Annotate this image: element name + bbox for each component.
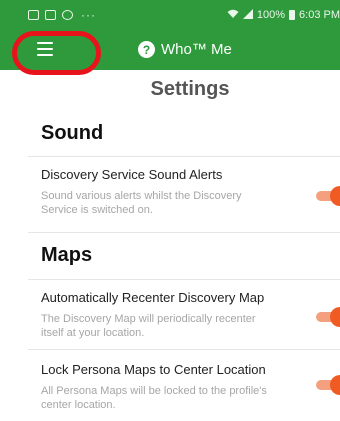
wifi-signal-icon [227,9,239,22]
question-circle-icon[interactable]: ? [138,41,155,58]
app-title-group: ? Who™ Me [138,41,232,58]
setting-title: Lock Persona Maps to Center Location [41,362,266,377]
setting-title: Automatically Recenter Discovery Map [41,290,265,305]
toggle-thumb [330,186,340,206]
section-heading-maps: Maps [41,244,93,266]
setting-description: The Discovery Map will periodically rece… [41,313,256,339]
clock: 6:03 PM [299,9,340,21]
more-notifications-indicator: ··· [81,8,96,22]
page-title: Settings [150,78,230,100]
divider [28,279,340,280]
divider [28,232,340,233]
image-notification-icon [28,10,39,20]
cell-signal-icon [242,8,253,22]
divider [28,349,340,350]
setting-description: Sound various alerts whilst the Discover… [41,190,242,216]
sound-alerts-toggle[interactable] [316,186,340,206]
settings-screen: ··· 100% 6:03 PM ? Who™ Me Settings Soun… [0,0,340,421]
section-heading-sound: Sound [41,122,104,144]
menu-line [37,42,53,44]
status-bar: ··· 100% 6:03 PM [0,0,340,30]
menu-line [37,48,53,50]
toggle-thumb [330,307,340,327]
gallery-notification-icon [45,10,56,20]
menu-line [37,54,53,56]
divider [28,156,340,157]
battery-icon [289,10,296,20]
toggle-thumb [330,375,340,395]
setting-description: All Persona Maps will be locked to the p… [41,385,267,411]
hamburger-menu-icon[interactable] [37,40,57,58]
app-bar: ? Who™ Me [0,30,340,70]
app-title: Who™ Me [161,41,232,58]
status-system: 100% 6:03 PM [227,8,340,22]
battery-percentage: 100% [256,9,286,21]
setting-title: Discovery Service Sound Alerts [41,167,223,182]
lock-persona-maps-toggle[interactable] [316,375,340,395]
sync-notification-icon [62,10,73,20]
auto-recenter-toggle[interactable] [316,307,340,327]
status-notifications: ··· [28,8,96,22]
